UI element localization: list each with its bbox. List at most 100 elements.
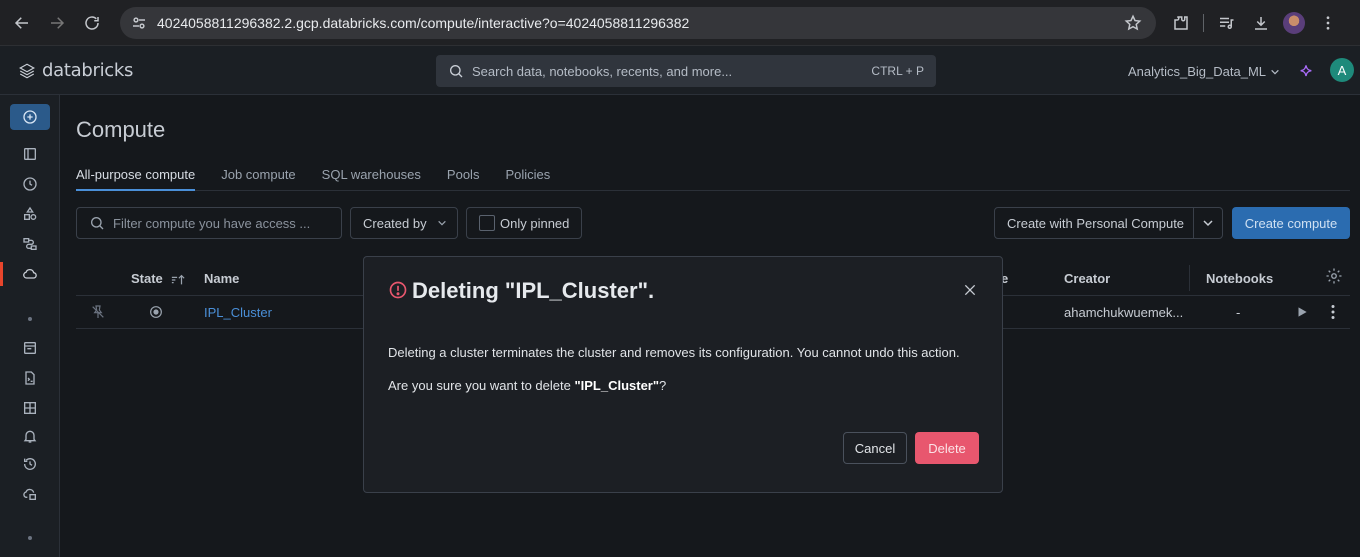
- personal-compute-dropdown-button[interactable]: [1193, 207, 1223, 239]
- chevron-down-icon: [437, 220, 446, 226]
- sidebar-section-dot: [28, 317, 32, 321]
- warning-icon: [389, 281, 407, 299]
- back-button[interactable]: [7, 8, 37, 38]
- media-queue-icon[interactable]: [1213, 10, 1239, 36]
- browser-profile-avatar[interactable]: [1283, 12, 1305, 34]
- created-by-dropdown[interactable]: Created by: [350, 207, 458, 239]
- search-shortcut: CTRL + P: [871, 64, 924, 78]
- sidebar-item-sql-editor[interactable]: [20, 338, 40, 358]
- page-title: Compute: [76, 117, 166, 142]
- close-icon[interactable]: [960, 280, 980, 300]
- search-icon: [450, 65, 463, 78]
- assistant-sparkle-icon[interactable]: [1298, 64, 1314, 80]
- play-icon[interactable]: [1295, 305, 1309, 319]
- column-name[interactable]: Name: [204, 271, 239, 286]
- chevron-down-icon: [1271, 69, 1279, 75]
- sidebar-item-dashboards[interactable]: [20, 398, 40, 418]
- sidebar-active-indicator: [0, 262, 3, 286]
- workspace-switcher[interactable]: Analytics_Big_Data_ML: [1128, 64, 1280, 79]
- tab-sql-warehouses[interactable]: SQL warehouses: [322, 167, 421, 191]
- bell-icon: [23, 430, 37, 443]
- sql-editor-icon: [24, 342, 36, 354]
- filter-compute-input[interactable]: Filter compute you have access ...: [76, 207, 342, 239]
- app-header: databricks Search data, notebooks, recen…: [0, 46, 1360, 95]
- dashboard-grid-icon: [24, 402, 36, 414]
- url-text[interactable]: 4024058811296382.2.gcp.databricks.com/co…: [157, 15, 689, 31]
- delete-cluster-dialog: Deleting "IPL_Cluster". Deleting a clust…: [363, 256, 1003, 493]
- cloud-icon: [23, 269, 37, 279]
- left-sidebar: [0, 95, 60, 557]
- browser-menu-icon[interactable]: [1315, 10, 1341, 36]
- tab-policies[interactable]: Policies: [505, 167, 550, 191]
- tab-pools[interactable]: Pools: [447, 167, 480, 191]
- toolbar-divider: [1203, 14, 1204, 32]
- new-button[interactable]: [10, 104, 50, 130]
- create-compute-button[interactable]: Create compute: [1232, 207, 1350, 239]
- cluster-creator: ahamchukwuemek...: [1064, 305, 1184, 320]
- cluster-notebooks: -: [1236, 305, 1241, 320]
- unpinned-icon[interactable]: [90, 304, 106, 320]
- address-bar[interactable]: 4024058811296382.2.gcp.databricks.com/co…: [120, 7, 1156, 39]
- forward-button[interactable]: [42, 8, 72, 38]
- search-icon: [91, 217, 104, 230]
- terminated-state-icon: [150, 306, 162, 318]
- delete-button[interactable]: Delete: [915, 432, 979, 464]
- dialog-warning-text: Deleting a cluster terminates the cluste…: [388, 345, 960, 360]
- only-pinned-checkbox[interactable]: [479, 215, 495, 231]
- sidebar-item-query-history[interactable]: [20, 454, 40, 474]
- browser-toolbar: 4024058811296382.2.gcp.databricks.com/co…: [0, 0, 1360, 46]
- reload-button[interactable]: [77, 8, 107, 38]
- sidebar-item-catalog[interactable]: [20, 204, 40, 224]
- cluster-name-link[interactable]: IPL_Cluster: [204, 305, 272, 320]
- bookmark-star-icon[interactable]: [1124, 14, 1142, 32]
- column-creator[interactable]: Creator: [1064, 271, 1110, 286]
- cancel-button[interactable]: Cancel: [843, 432, 907, 464]
- sidebar-item-workflows[interactable]: [20, 234, 40, 254]
- logo-text: databricks: [42, 60, 134, 81]
- tab-all-purpose-compute[interactable]: All-purpose compute: [76, 167, 196, 191]
- column-state[interactable]: State: [131, 271, 185, 286]
- sidebar-item-sql-warehouses[interactable]: [20, 484, 40, 504]
- sidebar-item-compute[interactable]: [20, 264, 40, 284]
- clock-icon: [23, 177, 37, 191]
- confirm-prefix: Are you sure you want to delete: [388, 378, 575, 393]
- column-state-label: State: [131, 271, 163, 286]
- filter-placeholder: Filter compute you have access ...: [113, 215, 311, 231]
- sidebar-section-dot: [28, 536, 32, 540]
- tab-job-compute[interactable]: Job compute: [221, 167, 295, 191]
- site-settings-icon[interactable]: [130, 14, 148, 32]
- column-notebooks[interactable]: Notebooks: [1206, 271, 1273, 286]
- sort-icon[interactable]: [171, 274, 185, 286]
- plus-circle-icon: [23, 110, 37, 124]
- sidebar-item-queries[interactable]: [20, 368, 40, 388]
- sidebar-item-recents[interactable]: [20, 174, 40, 194]
- query-file-icon: [25, 371, 35, 385]
- confirm-cluster-name: "IPL_Cluster": [574, 378, 660, 393]
- cloud-warehouse-icon: [23, 488, 36, 500]
- more-actions-icon[interactable]: [1326, 304, 1340, 320]
- user-avatar[interactable]: A: [1330, 58, 1354, 82]
- create-personal-compute-button[interactable]: Create with Personal Compute: [994, 207, 1194, 239]
- history-icon: [24, 458, 36, 470]
- databricks-logo-icon: [19, 63, 35, 78]
- workspace-name: Analytics_Big_Data_ML: [1128, 64, 1267, 79]
- catalog-shapes-icon: [24, 206, 37, 220]
- search-placeholder: Search data, notebooks, recents, and mor…: [472, 63, 733, 79]
- dialog-confirm-text: Are you sure you want to delete "IPL_Clu…: [388, 378, 666, 393]
- sidebar-item-workspace[interactable]: [20, 144, 40, 164]
- workspace-icon: [24, 148, 36, 160]
- chevron-down-icon: [1203, 220, 1213, 227]
- databricks-logo[interactable]: databricks: [18, 60, 133, 81]
- created-by-label: Created by: [363, 215, 427, 231]
- sidebar-item-alerts[interactable]: [20, 426, 40, 446]
- gear-icon[interactable]: [1325, 267, 1343, 285]
- only-pinned-label: Only pinned: [500, 215, 570, 231]
- column-divider: [1189, 265, 1190, 291]
- workflows-icon: [23, 238, 37, 250]
- download-icon[interactable]: [1248, 10, 1274, 36]
- only-pinned-toggle[interactable]: Only pinned: [466, 207, 582, 239]
- global-search-input[interactable]: Search data, notebooks, recents, and mor…: [436, 55, 936, 87]
- extensions-icon[interactable]: [1168, 10, 1194, 36]
- compute-tabs: All-purpose compute Job compute SQL ware…: [76, 167, 1350, 191]
- confirm-suffix: ?: [659, 378, 667, 393]
